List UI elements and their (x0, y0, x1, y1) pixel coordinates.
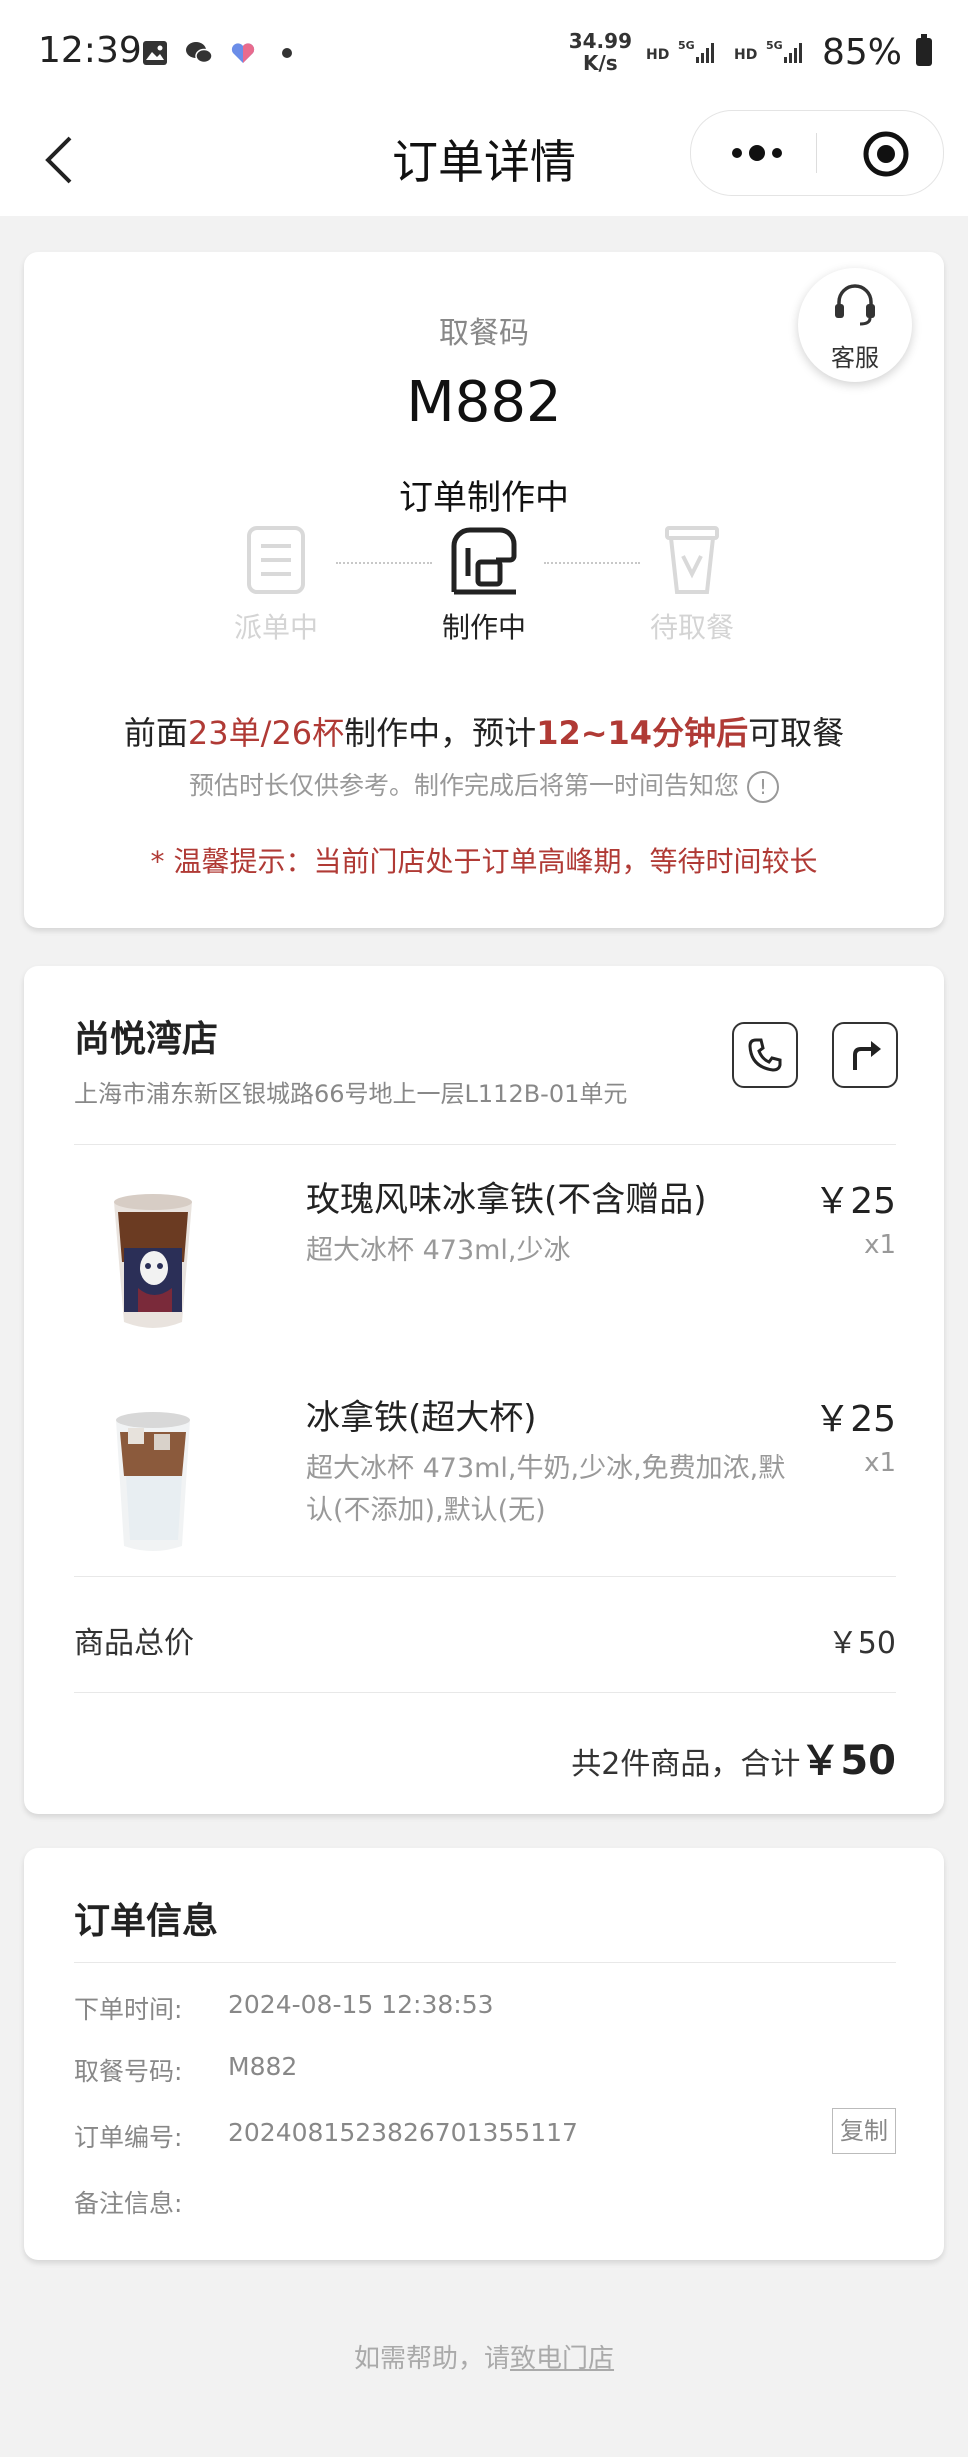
step-ready-label: 待取餐 (649, 611, 734, 644)
gallery-icon (143, 41, 167, 65)
signal-sim2-icon: HD 5G (734, 39, 802, 63)
order-items-card: 尚悦湾店 上海市浦东新区银城路66号地上一层L112B-01单元 玫瑰风味冰拿铁… (24, 966, 944, 1814)
status-right: 34.99 K/s HD 5G HD 5G 85% (569, 30, 932, 74)
svg-text:5G: 5G (766, 39, 783, 52)
network-speed: 34.99 K/s (569, 30, 632, 74)
wechat-icon (186, 42, 213, 64)
order-total: 共2件商品，合计￥50 (571, 1728, 896, 1786)
svg-text:5G: 5G (678, 39, 695, 52)
battery-percent: 85% (821, 31, 902, 73)
more-dots-icon[interactable] (727, 135, 787, 171)
help-text: 如需帮助，请 (353, 2344, 510, 2374)
signal-sim1-icon: HD 5G (646, 39, 714, 63)
order-item: 冰拿铁(超大杯) 超大冰杯 473ml,牛奶,少冰,免费加浓,默认(不添加),默… (74, 1390, 896, 1570)
queue-orders-ahead: 23单 (187, 714, 261, 752)
item-spec: 超大冰杯 473ml,少冰 (306, 1235, 571, 1266)
network-speed-value: 34.99 (568, 29, 632, 53)
svg-text:HD: HD (734, 47, 757, 63)
pickup-code: M882 (406, 370, 562, 435)
health-app-icon (231, 43, 255, 63)
queue-eta: 12~14分钟后 (536, 714, 749, 752)
nav-bar: 订单详情 (0, 104, 968, 216)
customer-service-label: 客服 (831, 344, 879, 372)
info-row-order-number: 订单编号: 20240815238267013551​17 复制 (74, 2108, 896, 2158)
store-name: 尚悦湾店 (74, 1019, 219, 1060)
total-prefix: 共2件商品，合计 (571, 1747, 801, 1782)
info-icon[interactable]: ! (747, 771, 779, 803)
miniprogram-capsule (690, 110, 944, 196)
status-bar: 12:39 34.99 K/s HD 5G HD 5G 85% (0, 0, 968, 104)
info-key: 取餐号码: (74, 2057, 183, 2086)
capsule-divider (816, 133, 817, 173)
info-row-remarks: 备注信息: (74, 2184, 896, 2224)
pickup-card: 取餐码 M882 订单制作中 客服 派单中 制作中 待取餐 前面23单/26杯制… (24, 252, 944, 928)
order-status-text: 订单制作中 (399, 478, 569, 518)
total-value: ￥50 (800, 1738, 896, 1784)
network-speed-unit: K/s (582, 51, 618, 75)
divider (74, 1962, 896, 1963)
info-key: 下单时间: (74, 1995, 183, 2024)
help-footer: 如需帮助，请致电门店 (0, 2338, 968, 2375)
divider (74, 1144, 896, 1145)
call-store-button[interactable] (732, 1022, 798, 1088)
step-making-label: 制作中 (441, 611, 526, 644)
order-info-title: 订单信息 (74, 1901, 219, 1942)
more-notifications-dot (282, 48, 292, 58)
estimate-note-text: 预估时长仅供参考。制作完成后将第一时间告知您 (188, 771, 739, 800)
step-dispatching: 派单中 (196, 522, 356, 646)
info-key: 订单编号: (74, 2123, 183, 2152)
coffee-machine-icon (451, 527, 517, 595)
queue-prefix: 前面 (123, 714, 188, 752)
item-quantity: x1 (864, 1448, 896, 1478)
order-info-card: 订单信息 下单时间: 2024-08-15 12:38:53 取餐号码: M88… (24, 1848, 944, 2260)
info-value: M882 (228, 2052, 298, 2081)
phone-icon (748, 1038, 782, 1072)
order-list-icon (247, 526, 305, 594)
queue-estimate: 前面23单/26杯制作中，预计12~14分钟后可取餐 (24, 708, 944, 754)
status-time: 12:39 (38, 30, 142, 71)
directions-icon (853, 1041, 881, 1070)
battery-icon (916, 34, 932, 66)
item-spec: 超大冰杯 473ml,牛奶,少冰,免费加浓,默认(不添加),默认(无) (306, 1453, 786, 1526)
queue-mid-text: 制作中，预计 (344, 714, 537, 752)
step-making: 制作中 (404, 522, 564, 646)
customer-service-button[interactable]: 客服 (798, 268, 912, 382)
step-ready: 待取餐 (612, 522, 772, 646)
subtotal-value: ￥50 (827, 1626, 896, 1661)
store-address: 上海市浦东新区银城路66号地上一层L112B-01单元 (74, 1080, 628, 1108)
navigate-store-button[interactable] (832, 1022, 898, 1088)
divider (74, 1576, 896, 1577)
item-name: 玫瑰风味冰拿铁(不含赠品) (306, 1180, 707, 1220)
peak-hour-tip: * 温馨提示：当前门店处于订单高峰期，等待时间较长 (150, 845, 818, 878)
item-name: 冰拿铁(超大杯) (306, 1398, 537, 1438)
divider (74, 1692, 896, 1693)
info-row-pickup-number: 取餐号码: M882 (74, 2052, 896, 2092)
cup-icon (665, 526, 719, 594)
headset-icon (835, 284, 875, 326)
step-dispatching-label: 派单中 (233, 611, 318, 644)
queue-separator: / (260, 714, 272, 752)
queue-cups-ahead: 26杯 (271, 714, 345, 752)
info-key: 备注信息: (74, 2189, 183, 2218)
close-miniprogram-icon[interactable] (861, 129, 911, 179)
copy-order-number-button[interactable]: 复制 (832, 2108, 896, 2154)
rose-latte-product-image (114, 1194, 192, 1328)
estimate-note: 预估时长仅供参考。制作完成后将第一时间告知您! (24, 766, 944, 803)
status-notification-icons (140, 38, 292, 68)
queue-suffix: 可取餐 (748, 714, 845, 752)
order-item: 玫瑰风味冰拿铁(不含赠品) 超大冰杯 473ml,少冰 ￥25 x1 (74, 1172, 896, 1352)
subtotal-label: 商品总价 (74, 1626, 194, 1661)
svg-text:HD: HD (646, 47, 669, 63)
info-value: 20240815238267013551​17 (228, 2118, 578, 2147)
info-row-order-time: 下单时间: 2024-08-15 12:38:53 (74, 1990, 896, 2030)
call-store-link[interactable]: 致电门店 (510, 2344, 614, 2374)
iced-latte-product-image (116, 1412, 190, 1551)
item-price: ￥25 (814, 1181, 896, 1222)
item-quantity: x1 (864, 1230, 896, 1260)
info-value: 2024-08-15 12:38:53 (228, 1990, 494, 2019)
item-price: ￥25 (814, 1399, 896, 1440)
